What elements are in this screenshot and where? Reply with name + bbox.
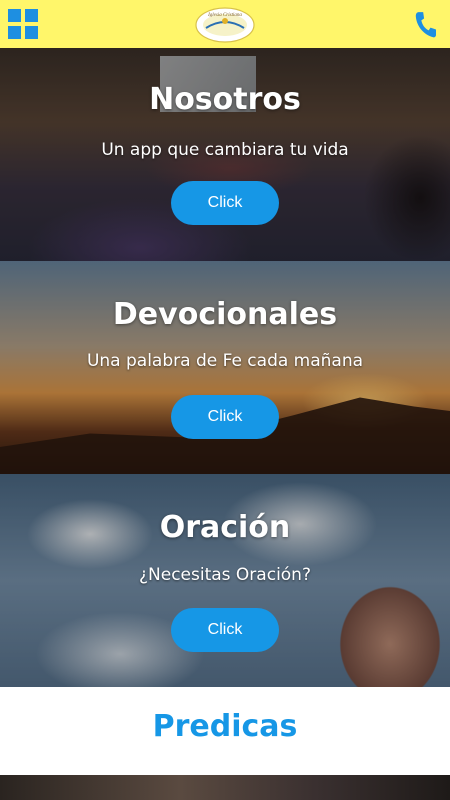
predicas-section: Predicas [0, 687, 450, 775]
nosotros-click-button[interactable]: Click [171, 181, 279, 225]
section-title: Nosotros [149, 82, 301, 117]
section-subtitle: ¿Necesitas Oración? [139, 565, 311, 585]
section-nosotros: Nosotros Un app que cambiara tu vida Cli… [0, 48, 450, 261]
section-title: Devocionales [112, 297, 338, 332]
app-header: Iglesia Cristiana [0, 0, 450, 48]
phone-icon[interactable] [414, 10, 436, 38]
section-title: Oración [159, 510, 291, 545]
section-devocionales: Devocionales Una palabra de Fe cada maña… [0, 261, 450, 474]
devocionales-click-button[interactable]: Click [171, 395, 279, 439]
predicas-title[interactable]: Predicas [0, 709, 450, 744]
section-oracion: Oración ¿Necesitas Oración? Click [0, 474, 450, 687]
church-logo[interactable]: Iglesia Cristiana [194, 4, 256, 44]
oracion-click-button[interactable]: Click [171, 608, 279, 652]
predicas-image-preview [0, 775, 450, 800]
section-subtitle: Una palabra de Fe cada mañana [86, 351, 364, 371]
section-subtitle: Un app que cambiara tu vida [101, 140, 349, 160]
svg-text:Iglesia Cristiana: Iglesia Cristiana [207, 13, 242, 18]
grid-menu-icon[interactable] [8, 9, 40, 41]
